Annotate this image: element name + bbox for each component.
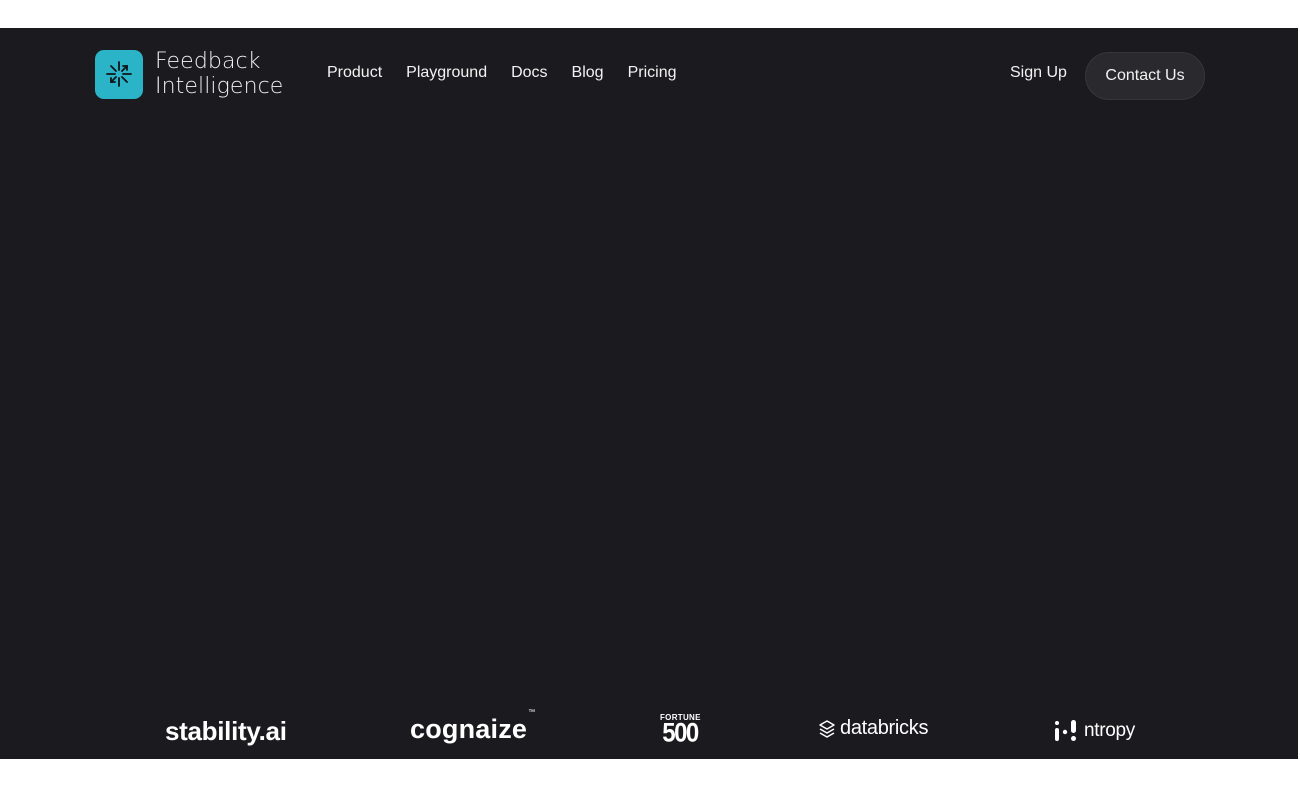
fortune-500-logo: FORTUNE 500: [660, 714, 700, 749]
cognaize-logo: cognaize™: [410, 709, 535, 745]
databricks-logo: databricks: [818, 717, 928, 740]
contact-us-button[interactable]: Contact Us: [1085, 52, 1205, 100]
page-background: Feedback Intelligence Product Playground…: [0, 28, 1300, 759]
nav-link-product[interactable]: Product: [327, 64, 382, 82]
fortune-logo-number: 500: [662, 718, 699, 749]
ntropy-mark-icon: [1055, 720, 1076, 741]
sparkle-icon: [95, 49, 143, 99]
ntropy-logo-text: ntropy: [1084, 720, 1136, 741]
brand-name-line2: Intelligence: [155, 74, 284, 99]
brand-logo-link[interactable]: Feedback Intelligence: [95, 49, 283, 99]
nav-link-blog[interactable]: Blog: [572, 64, 604, 82]
nav-link-pricing[interactable]: Pricing: [628, 64, 677, 82]
stability-ai-logo: stability.ai: [165, 716, 287, 746]
stacked-layers-icon: [819, 719, 835, 738]
brand-name: Feedback Intelligence: [155, 49, 283, 99]
nav-link-playground[interactable]: Playground: [406, 64, 487, 82]
primary-nav: Product Playground Docs Blog Pricing: [327, 64, 700, 82]
customer-logos: stability.ai cognaize™ FORTUNE 500 datab…: [0, 709, 1300, 759]
top-navigation: Feedback Intelligence Product Playground…: [0, 28, 1300, 124]
brand-name-line1: Feedback: [155, 49, 261, 74]
cognaize-logo-text: cognaize: [410, 714, 528, 744]
nav-link-docs[interactable]: Docs: [511, 64, 547, 82]
cognaize-trademark: ™: [528, 709, 536, 716]
sign-up-link[interactable]: Sign Up: [1010, 64, 1067, 82]
databricks-logo-text: databricks: [840, 717, 929, 739]
ntropy-logo: ntropy: [1054, 719, 1135, 743]
